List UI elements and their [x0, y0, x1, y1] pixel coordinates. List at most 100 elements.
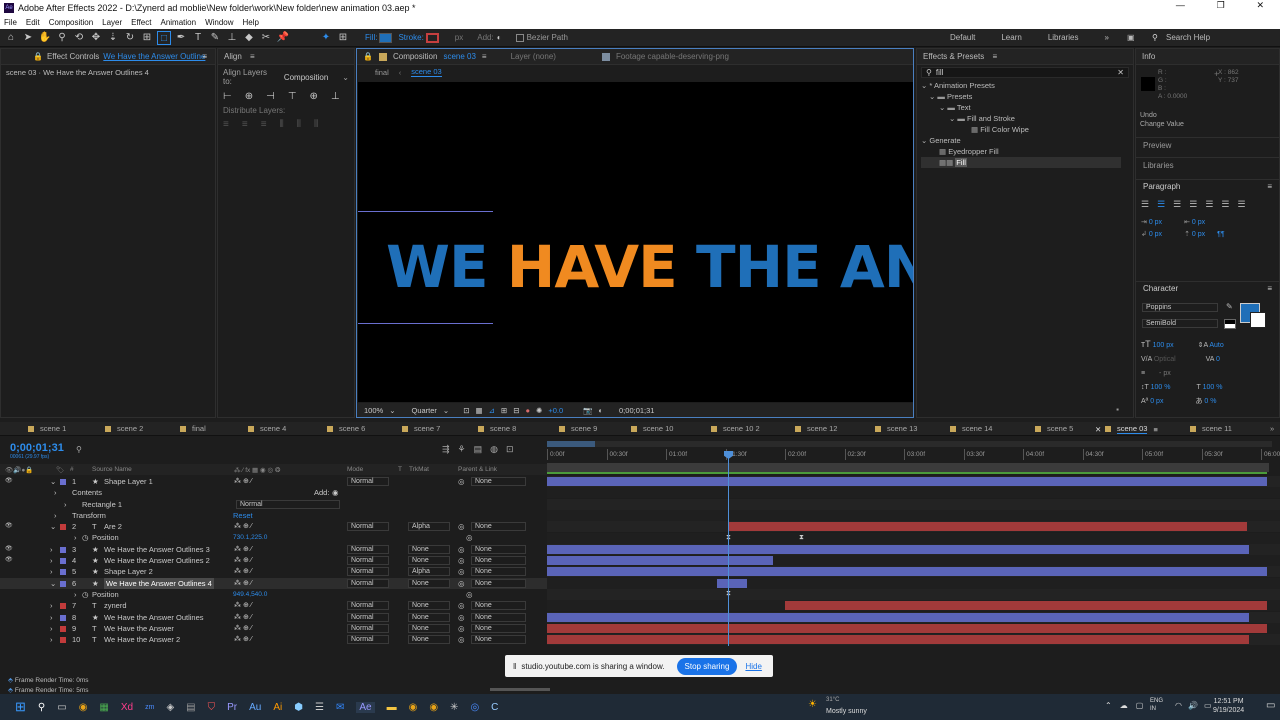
pan-tool-icon[interactable]: ✥: [89, 31, 103, 45]
timeline-timecode[interactable]: 0;00;01;31: [10, 442, 64, 454]
snapshot-icon[interactable]: 📷: [583, 406, 592, 415]
stroke-swatch[interactable]: [425, 32, 439, 43]
trkmat-dropdown[interactable]: None: [408, 623, 450, 633]
hide-button[interactable]: Hide: [745, 662, 761, 671]
close-tab-icon[interactable]: ✕: [1095, 425, 1101, 434]
after-effects-taskbar-icon[interactable]: Ae: [356, 701, 375, 713]
mode-header[interactable]: Mode: [347, 466, 363, 473]
layer-duration-bar[interactable]: [547, 623, 1267, 633]
layer-row[interactable]: › 5 ★ Shape Layer 2 ⁂ ⊕ ⁄ Normal Alpha ◎ None: [0, 566, 547, 577]
effects-presets-title[interactable]: Effects & Presets: [923, 52, 984, 61]
comp-tab-item[interactable]: scene 10: [631, 424, 673, 433]
label-color[interactable]: [60, 603, 66, 610]
breadcrumb-final[interactable]: final: [375, 68, 389, 77]
pick-whip-icon[interactable]: ◎: [458, 600, 465, 611]
pick-whip-icon[interactable]: ◎: [458, 555, 465, 566]
pick-whip-icon[interactable]: ◎: [458, 521, 465, 532]
label-color[interactable]: [60, 580, 66, 587]
comp-tab-item[interactable]: scene 8: [478, 424, 516, 433]
guides-icon[interactable]: ⊟: [513, 406, 519, 415]
mode-dropdown[interactable]: Normal: [347, 612, 389, 622]
layer-switches[interactable]: ⁂ ⊕ ⁄: [234, 634, 252, 645]
xd-icon[interactable]: Xd: [121, 702, 133, 713]
brush-tool-icon[interactable]: ✎: [208, 31, 222, 45]
home-icon[interactable]: ⌂: [4, 31, 18, 45]
layer-name[interactable]: We Have the Answer Outlines 2: [104, 555, 210, 566]
tracking-value[interactable]: 0: [1216, 356, 1220, 363]
tree-item-fill-and-stroke[interactable]: ⌄ ▬ Fill and Stroke: [921, 113, 1133, 124]
pan-behind-tool-icon[interactable]: ⊞: [140, 31, 154, 45]
layer-tab[interactable]: Layer (none): [511, 49, 556, 65]
align-to-dropdown[interactable]: Composition: [284, 73, 328, 82]
align-vcenter-icon[interactable]: ⊕: [310, 91, 318, 102]
parent-dropdown[interactable]: None: [471, 612, 526, 622]
chevron-icon[interactable]: ›: [74, 589, 77, 600]
chevron-down-icon[interactable]: ›: [50, 634, 53, 645]
visibility-icon[interactable]: 👁: [5, 544, 13, 555]
wifi-icon[interactable]: ◠: [1175, 701, 1182, 710]
navigator-range[interactable]: [547, 441, 595, 447]
tree-item-fill[interactable]: ▦▦ Fill: [921, 157, 1121, 168]
space-before-value[interactable]: 0 px: [1192, 231, 1205, 238]
layer-row[interactable]: 👁 ⌄ 2 T Are 2 ⁂ ⊕ ⁄ Normal Alpha ◎ None: [0, 521, 547, 532]
parent-dropdown[interactable]: None: [471, 623, 526, 633]
mode-dropdown[interactable]: Normal: [347, 601, 389, 611]
property-value[interactable]: 730.1,225.0: [233, 532, 267, 543]
trkmat-dropdown[interactable]: None: [408, 578, 450, 588]
eyedropper-icon[interactable]: ✎: [1226, 302, 1233, 311]
comp-tab-item[interactable]: scene 10 2: [711, 424, 760, 433]
region-icon[interactable]: ⊡: [463, 406, 469, 415]
chevron-icon[interactable]: ›: [74, 532, 77, 543]
menu-layer[interactable]: Layer: [102, 18, 122, 27]
workspace-libraries[interactable]: Libraries: [1048, 33, 1079, 42]
trkmat-dropdown[interactable]: None: [408, 612, 450, 622]
trkmat-dropdown[interactable]: None: [408, 601, 450, 611]
minimize-button[interactable]: —: [1176, 0, 1185, 11]
frame-blend-icon[interactable]: ▤: [474, 444, 483, 455]
swap-colors-icon[interactable]: [1224, 319, 1236, 329]
layer-row[interactable]: › 7 Tzynerd ⁂ ⊕ ⁄ Normal None ◎ None: [0, 600, 547, 611]
layer-row[interactable]: 👁 ⌄ 1 ★ Shape Layer 1 ⁂ ⊕ ⁄ Normal ◎ None: [0, 476, 547, 487]
graph-editor-icon[interactable]: ⊡: [506, 444, 514, 455]
align-right-icon[interactable]: ⊣: [266, 91, 275, 102]
pick-whip-icon[interactable]: ◎: [458, 566, 465, 577]
parent-dropdown[interactable]: None: [471, 477, 526, 486]
chrome-icon[interactable]: ◉: [79, 702, 88, 713]
layer-duration-bar[interactable]: [547, 477, 1267, 486]
hand-tool-icon[interactable]: ✋: [38, 31, 52, 45]
layer-row[interactable]: 👁 › 3 ★ We Have the Answer Outlines 3 ⁂ ⊕ ⁄ No…: [0, 544, 547, 555]
search-help-field[interactable]: Search Help: [1166, 33, 1210, 42]
file-explorer-icon[interactable]: ▬: [387, 702, 397, 713]
layer-name[interactable]: Shape Layer 2: [104, 566, 153, 577]
layer-duration-bar[interactable]: [547, 635, 1249, 645]
language-indicator[interactable]: ENG IN: [1150, 697, 1163, 713]
panel-menu-icon[interactable]: ≡: [1153, 425, 1157, 434]
mode-dropdown[interactable]: Normal: [347, 544, 389, 554]
layer-duration-bar[interactable]: [547, 567, 1267, 577]
layer-switches[interactable]: ⁂ ⊕ ⁄: [234, 476, 252, 487]
parent-dropdown[interactable]: None: [471, 578, 526, 588]
effects-search-field[interactable]: ⚲ fill ✕: [921, 67, 1129, 78]
layer-duration-bar[interactable]: [717, 578, 747, 588]
stopwatch-icon[interactable]: ◷: [82, 589, 89, 600]
folder-sync-icon[interactable]: ▢: [1136, 701, 1144, 710]
audition-icon[interactable]: Au: [249, 702, 261, 713]
layer-switches[interactable]: ⁂ ⊕ ⁄: [234, 566, 252, 577]
toggle-switches-icon[interactable]: ⬘: [8, 677, 13, 684]
add-property-icon[interactable]: ◉: [332, 487, 339, 498]
task-view-icon[interactable]: ▭: [57, 702, 66, 713]
comp-tab-item[interactable]: scene 13: [875, 424, 917, 433]
eraser-tool-icon[interactable]: ◆: [242, 31, 256, 45]
comp-tab-item[interactable]: scene 03 ≡ ✕: [1095, 424, 1158, 434]
paragraph-title[interactable]: Paragraph: [1143, 182, 1180, 191]
comp-tab-item[interactable]: scene 5: [1035, 424, 1073, 433]
align-bottom-icon[interactable]: ⊥: [331, 91, 340, 102]
align-menu-icon[interactable]: ≡: [250, 52, 255, 61]
panel-menu-icon[interactable]: ≡: [482, 49, 487, 65]
transparency-grid-icon[interactable]: ▦: [476, 406, 483, 415]
kerning-value[interactable]: Optical: [1154, 356, 1176, 363]
layer-row[interactable]: › Rectangle 1 Normal: [0, 499, 547, 510]
mode-dropdown[interactable]: Normal: [347, 623, 389, 633]
app-icon-3[interactable]: ⬢: [294, 702, 303, 713]
tree-item-eyedropper-fill[interactable]: ▦ Eyedropper Fill: [921, 146, 1133, 157]
